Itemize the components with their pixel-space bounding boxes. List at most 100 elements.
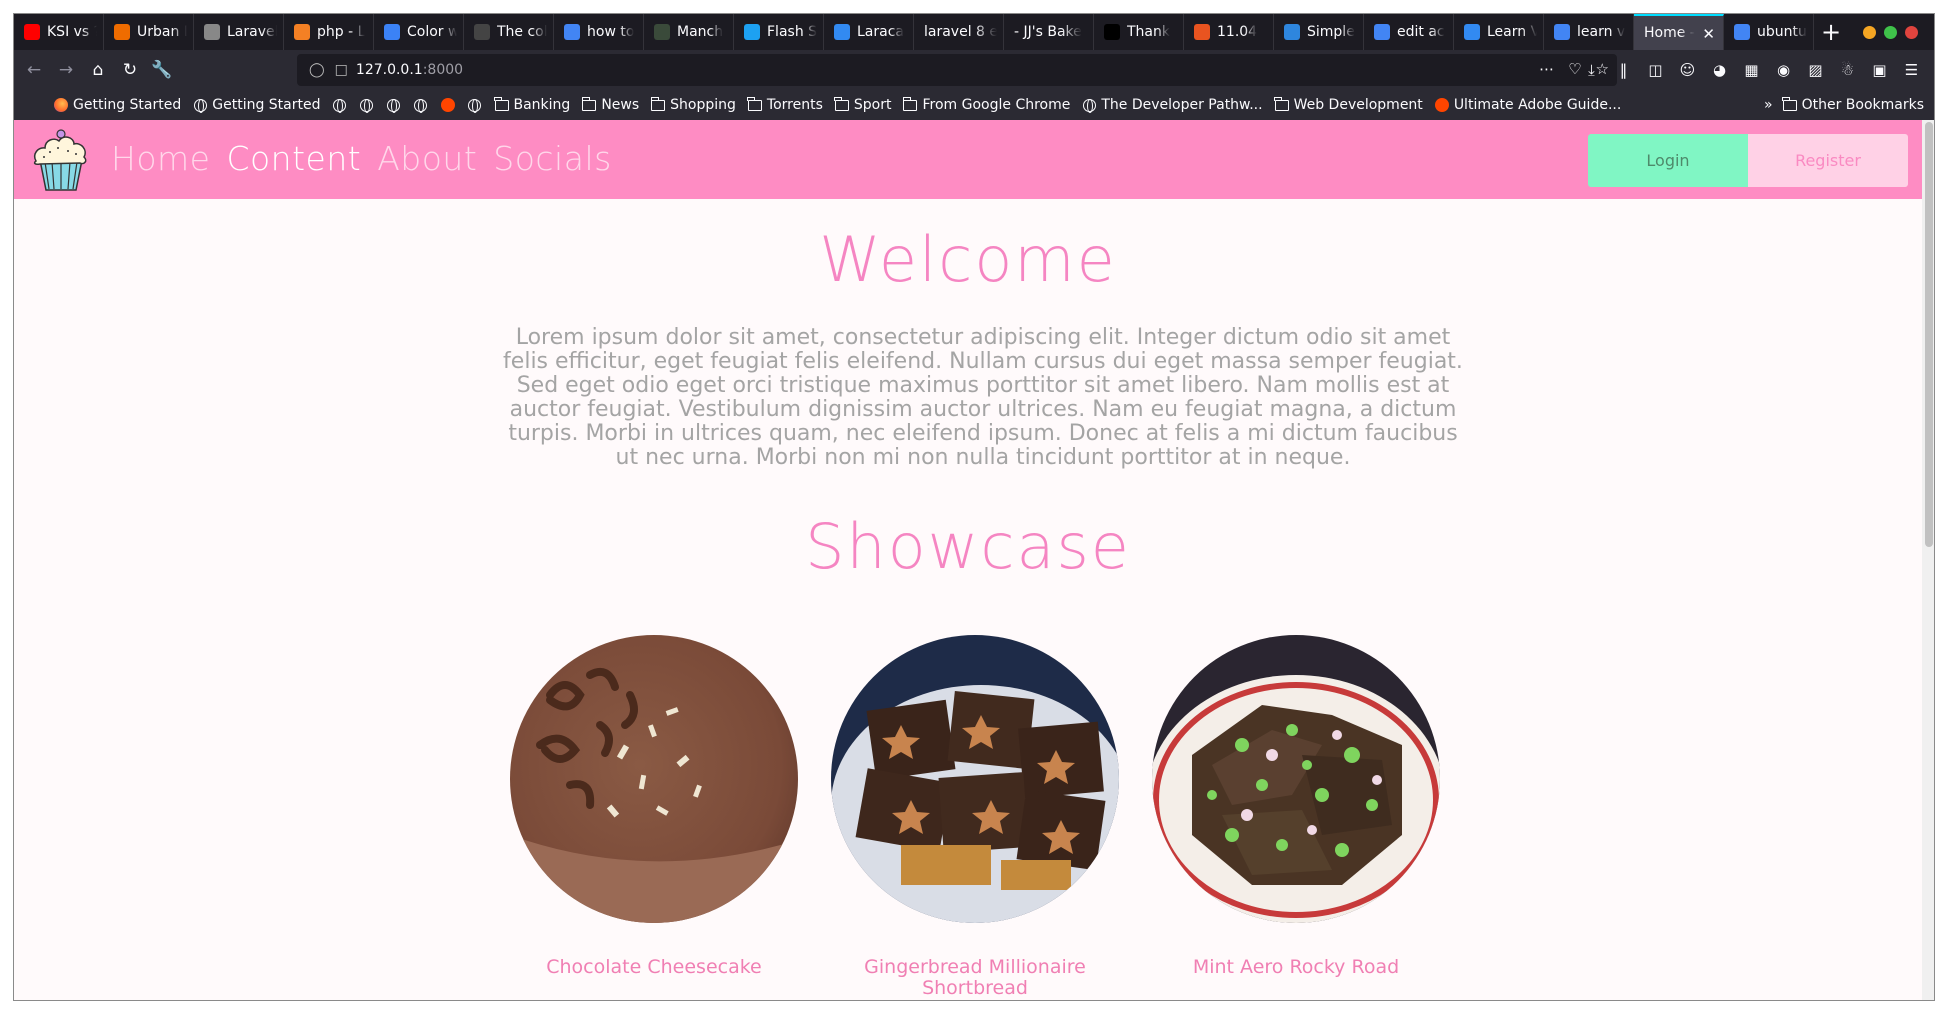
showcase-caption[interactable]: Chocolate Cheesecake [494, 957, 814, 978]
bookmark-item[interactable]: Web Development [1274, 96, 1423, 113]
bookmark-item[interactable]: Getting Started [54, 97, 181, 113]
bookmark-item[interactable] [440, 98, 460, 112]
nav-link-home[interactable]: Home [111, 132, 210, 186]
bookmark-item[interactable] [360, 98, 379, 113]
browser-tab[interactable]: Color w [374, 14, 464, 50]
browser-tab[interactable]: Manch [644, 14, 734, 50]
browser-tab[interactable]: Simple [1274, 14, 1364, 50]
browser-tab[interactable]: edit ac [1364, 14, 1454, 50]
page-scrollbar[interactable] [1922, 120, 1934, 1000]
chocolate-cheesecake-image[interactable] [510, 635, 798, 923]
showcase-caption[interactable]: Mint Aero Rocky Road [1136, 957, 1456, 978]
bookmark-item[interactable]: From Google Chrome [902, 96, 1070, 113]
bookmark-label: Torrents [766, 97, 823, 113]
bookmark-item[interactable]: News [581, 96, 640, 113]
reload-icon[interactable]: ↻ [114, 54, 146, 86]
extension-icon[interactable]: ☃ [1835, 54, 1860, 86]
browser-tab[interactable]: Laraca [824, 14, 914, 50]
gingerbread-shortbread-image[interactable] [831, 635, 1131, 925]
nav-link-about[interactable]: About [377, 132, 477, 186]
browser-tab[interactable]: 11.04 [1184, 14, 1274, 50]
browser-tab[interactable]: The col [464, 14, 554, 50]
extension-icon[interactable]: ▨ [1803, 54, 1828, 86]
register-button[interactable]: Register [1748, 134, 1908, 187]
browser-tab[interactable]: Learn V [1454, 14, 1544, 50]
bookmark-item[interactable]: Getting Started [193, 97, 321, 113]
extension-icon[interactable]: ◕ [1707, 54, 1732, 86]
bookmark-item[interactable] [387, 98, 406, 113]
chevron-overflow-icon[interactable]: » [1764, 97, 1773, 113]
other-bookmarks[interactable]: Other Bookmarks [1782, 96, 1924, 113]
bookmark-label: Sport [853, 97, 892, 113]
page-info-icon[interactable]: □ [335, 62, 348, 78]
bookmark-item[interactable]: Sport [834, 96, 892, 113]
browser-tab[interactable]: laravel 8 e [914, 14, 1004, 50]
home-icon[interactable]: ⌂ [82, 54, 114, 86]
browser-tab[interactable]: learn v [1544, 14, 1634, 50]
minimize-button[interactable] [1863, 26, 1876, 39]
shield-icon[interactable]: ◯ [309, 62, 325, 78]
login-button[interactable]: Login [1588, 134, 1748, 187]
account-icon[interactable]: ☺ [1675, 54, 1700, 86]
color-icon [384, 24, 400, 40]
bookmarks-toolbar: Getting Started Getting Started Banking New… [14, 90, 1934, 120]
tab-title: php - L [317, 24, 366, 40]
browser-tab[interactable]: ubuntu [1724, 14, 1814, 50]
page-icon [474, 24, 490, 40]
bookmark-item[interactable]: Torrents [747, 96, 823, 113]
library-icon[interactable]: ‖ [1611, 54, 1636, 86]
globe-icon [360, 98, 374, 113]
new-tab-button[interactable]: + [1814, 14, 1848, 50]
bookmark-item[interactable] [468, 98, 487, 113]
scrollbar-thumb[interactable] [1925, 122, 1933, 547]
bookmark-item[interactable] [333, 98, 352, 113]
bookmark-item[interactable]: Shopping [650, 96, 736, 113]
showcase-item[interactable]: Mint Aero Rocky Road [1136, 635, 1456, 978]
maximize-button[interactable] [1884, 26, 1897, 39]
showcase-item[interactable]: Gingerbread Millionaire Shortbread [815, 635, 1135, 999]
browser-tab[interactable]: Home - ✕ [1634, 14, 1724, 50]
laracasts-icon [834, 24, 850, 40]
browser-tab[interactable]: Flash S [734, 14, 824, 50]
nav-link-content[interactable]: Content [226, 132, 361, 186]
bookmark-label: News [601, 97, 640, 113]
forward-icon[interactable]: → [50, 54, 82, 86]
bookmark-item[interactable]: Banking [494, 96, 570, 113]
url-bar[interactable]: ◯ □ 127.0.0.1:8000 ⋯ ♡ ☆ [297, 54, 1617, 86]
bookmark-item[interactable] [414, 98, 433, 113]
close-window-button[interactable] [1905, 26, 1918, 39]
mint-rocky-road-image[interactable] [1146, 635, 1446, 925]
page-actions-icon[interactable]: ⋯ [1539, 60, 1554, 78]
close-tab-icon[interactable]: ✕ [1702, 25, 1715, 43]
browser-tab[interactable]: how to [554, 14, 644, 50]
tab-title: Simple [1307, 24, 1355, 40]
extension-icon[interactable]: ◉ [1771, 54, 1796, 86]
nav-link-socials[interactable]: Socials [493, 132, 612, 186]
folder-icon [747, 96, 762, 112]
bookmark-item[interactable]: Ultimate Adobe Guide... [1434, 97, 1621, 113]
folder-icon [1274, 96, 1289, 112]
showcase-caption[interactable]: Gingerbread Millionaire Shortbread [815, 957, 1135, 999]
bookmark-item[interactable]: The Developer Pathw... [1082, 97, 1263, 113]
wrench-icon[interactable]: 🔧 [146, 54, 178, 86]
laracasts-icon [1464, 24, 1480, 40]
browser-tab[interactable]: php - L [284, 14, 374, 50]
cupcake-logo-icon[interactable] [28, 128, 94, 194]
bookmark-label: Shopping [670, 97, 736, 113]
download-icon[interactable]: ⤓ [1579, 54, 1604, 86]
askubuntu-icon [1194, 24, 1210, 40]
browser-tab[interactable]: - JJ's Bake [1004, 14, 1094, 50]
extension-icon[interactable]: ▣ [1867, 54, 1892, 86]
folder-icon [902, 96, 918, 112]
site-navbar: Home Content About Socials Login Registe… [14, 120, 1922, 199]
browser-tab[interactable]: Urban D [104, 14, 194, 50]
sidebar-icon[interactable]: ◫ [1643, 54, 1668, 86]
menu-icon[interactable]: ☰ [1899, 54, 1924, 86]
browser-tab[interactable]: KSI vs ? [14, 14, 104, 50]
back-icon[interactable]: ← [18, 54, 50, 86]
showcase-item[interactable]: Chocolate Cheesecake [494, 635, 814, 978]
browser-tab[interactable]: Thank [1094, 14, 1184, 50]
extension-icon[interactable]: ▦ [1739, 54, 1764, 86]
browser-tab[interactable]: Laravel [194, 14, 284, 50]
twitter-icon [744, 24, 760, 40]
